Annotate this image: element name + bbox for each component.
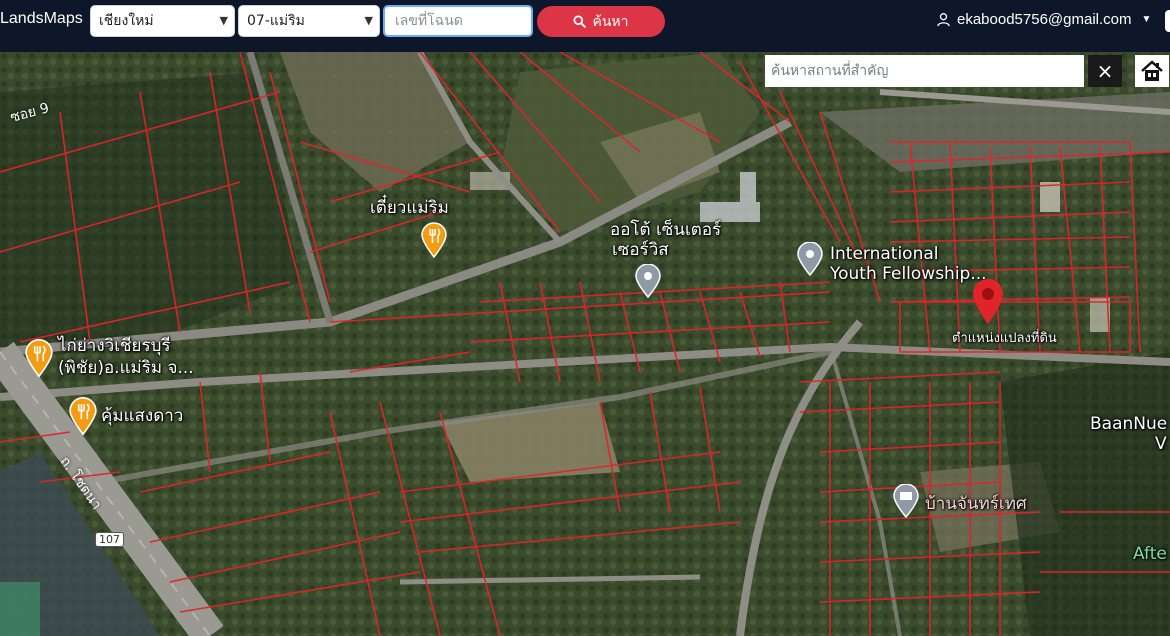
search-icon	[573, 15, 587, 28]
restaurant-pin-icon[interactable]	[420, 222, 448, 258]
poi-label-kum-saeng-dao[interactable]: คุ้มแสงดาว	[101, 406, 183, 426]
poi-label-ban-chan-thet[interactable]: บ้านจันทร์เทศ	[925, 494, 1027, 514]
province-select[interactable]: เชียงใหม่ ▼	[90, 5, 235, 37]
district-select-value: 07-แม่ริม	[247, 13, 305, 29]
menu-button[interactable]	[1165, 10, 1170, 32]
home-button[interactable]	[1135, 55, 1169, 87]
close-icon: ×	[1096, 59, 1114, 83]
search-button-label: ค้นหา	[592, 13, 629, 30]
user-icon	[937, 13, 950, 27]
poi-label-youth-fellowship[interactable]: Youth Fellowship...	[830, 264, 987, 284]
restaurant-pin-icon[interactable]	[24, 338, 54, 378]
province-select-value: เชียงใหม่	[99, 13, 154, 29]
clear-search-button[interactable]: ×	[1088, 55, 1122, 87]
chevron-down-icon: ▼	[364, 14, 373, 27]
poi-label-baannue-line2[interactable]: V	[1155, 434, 1167, 454]
user-menu[interactable]: ekabood5756@gmail.com ▼	[936, 11, 1151, 28]
poi-label-chicken-restaurant-line2[interactable]: (พิชัย)อ.แม่ริม จ...	[58, 358, 194, 378]
place-pin-icon[interactable]	[796, 242, 824, 276]
poi-label-baannue[interactable]: BaanNue	[1090, 414, 1167, 434]
poi-label-chicken-restaurant[interactable]: ไก่ย่างวิเชียรบุรี	[58, 336, 171, 356]
place-search-input[interactable]	[765, 55, 1084, 87]
plot-location-marker-icon[interactable]	[970, 277, 1006, 325]
place-pin-icon[interactable]	[892, 484, 920, 518]
deed-number-input[interactable]	[383, 5, 533, 37]
poi-label-international-youth[interactable]: International	[830, 244, 939, 264]
poi-label-auto-center-line2[interactable]: เซอร์วิส	[612, 240, 669, 260]
satellite-map[interactable]: เตี๋ยวแม่ริม ออโต้ เซ็นเตอร์ เซอร์วิส In…	[0, 52, 1170, 636]
poi-label-tiew-mae-rim[interactable]: เตี๋ยวแม่ริม	[370, 198, 449, 218]
poi-label-auto-center[interactable]: ออโต้ เซ็นเตอร์	[610, 220, 721, 240]
restaurant-pin-icon[interactable]	[68, 396, 98, 436]
plot-position-label: ตำแหน่งแปลงที่ดิน	[952, 331, 1057, 346]
chevron-down-icon: ▼	[219, 14, 228, 27]
top-navbar: LandsMaps เชียงใหม่ ▼ 07-แม่ริม ▼ ค้นหา …	[0, 0, 1170, 52]
district-select[interactable]: 07-แม่ริม ▼	[238, 5, 380, 37]
route-shield: 107	[95, 532, 124, 547]
chevron-down-icon: ▼	[1141, 14, 1152, 25]
home-icon	[1141, 60, 1163, 81]
brand-logo[interactable]: LandsMaps	[0, 10, 83, 28]
search-button[interactable]: ค้นหา	[537, 6, 665, 37]
service-pin-icon[interactable]	[634, 264, 662, 298]
user-email: ekabood5756@gmail.com	[957, 11, 1132, 28]
poi-label-after[interactable]: Afte	[1133, 544, 1167, 564]
